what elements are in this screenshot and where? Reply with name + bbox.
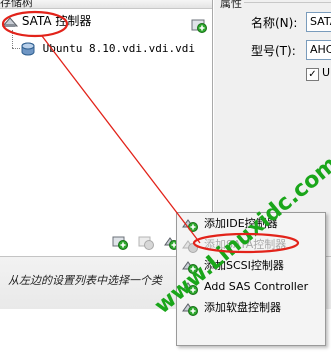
tree-item-sata-controller[interactable]: SATA 控制器 — [2, 12, 91, 30]
add-attachment-icon[interactable] — [191, 17, 207, 33]
add-controller-icon — [182, 261, 198, 274]
storage-tree-header-label: 存储树 — [0, 0, 33, 9]
name-field[interactable]: SATA — [306, 12, 331, 32]
type-label: 型号(T): — [251, 44, 296, 58]
use-host-io-checkbox[interactable]: ✓ — [306, 68, 319, 81]
add-controller-icon — [182, 282, 198, 295]
tree-connector — [12, 30, 14, 48]
menu-item-label: 添加SCSI控制器 — [204, 259, 284, 272]
menu-item-add-scsi[interactable]: 添加SCSI控制器 — [180, 256, 322, 276]
add-controller-icon — [182, 240, 198, 253]
attributes-title: 属性 — [220, 0, 242, 10]
add-controller-icon[interactable] — [112, 234, 128, 250]
add-controller-icon — [182, 219, 198, 232]
storage-controller-icon — [2, 16, 18, 27]
tree-item-sata-label: SATA 控制器 — [21, 14, 92, 28]
storage-tree-header: 存储树 — [0, 0, 212, 9]
section-divider — [244, 2, 331, 3]
menu-item-label: 添加软盘控制器 — [204, 301, 281, 314]
remove-controller-icon[interactable] — [138, 234, 154, 250]
name-label: 名称(N): — [251, 16, 298, 30]
menu-item-label: 添加IDE控制器 — [204, 217, 278, 230]
tree-connector — [12, 48, 20, 50]
menu-item-label: 添加SATA控制器 — [204, 238, 287, 251]
checkbox-label: U — [322, 66, 331, 79]
type-select[interactable]: AHCI — [306, 40, 331, 60]
menu-item-add-sas[interactable]: Add SAS Controller — [180, 277, 322, 297]
add-controller-icon — [182, 303, 198, 316]
menu-item-label: Add SAS Controller — [204, 280, 309, 293]
menu-item-add-ide[interactable]: 添加IDE控制器 — [180, 214, 322, 234]
menu-item-add-floppy[interactable]: 添加软盘控制器 — [180, 298, 322, 318]
hard-disk-icon — [21, 42, 35, 56]
menu-item-add-sata[interactable]: 添加SATA控制器 — [180, 235, 322, 255]
tree-item-disk-label: Ubuntu 8.10.vdi.vdi.vdi — [42, 42, 195, 55]
tree-item-disk[interactable]: Ubuntu 8.10.vdi.vdi.vdi — [20, 40, 195, 58]
info-text: 从左边的设置列表中选择一个类 — [8, 274, 162, 287]
